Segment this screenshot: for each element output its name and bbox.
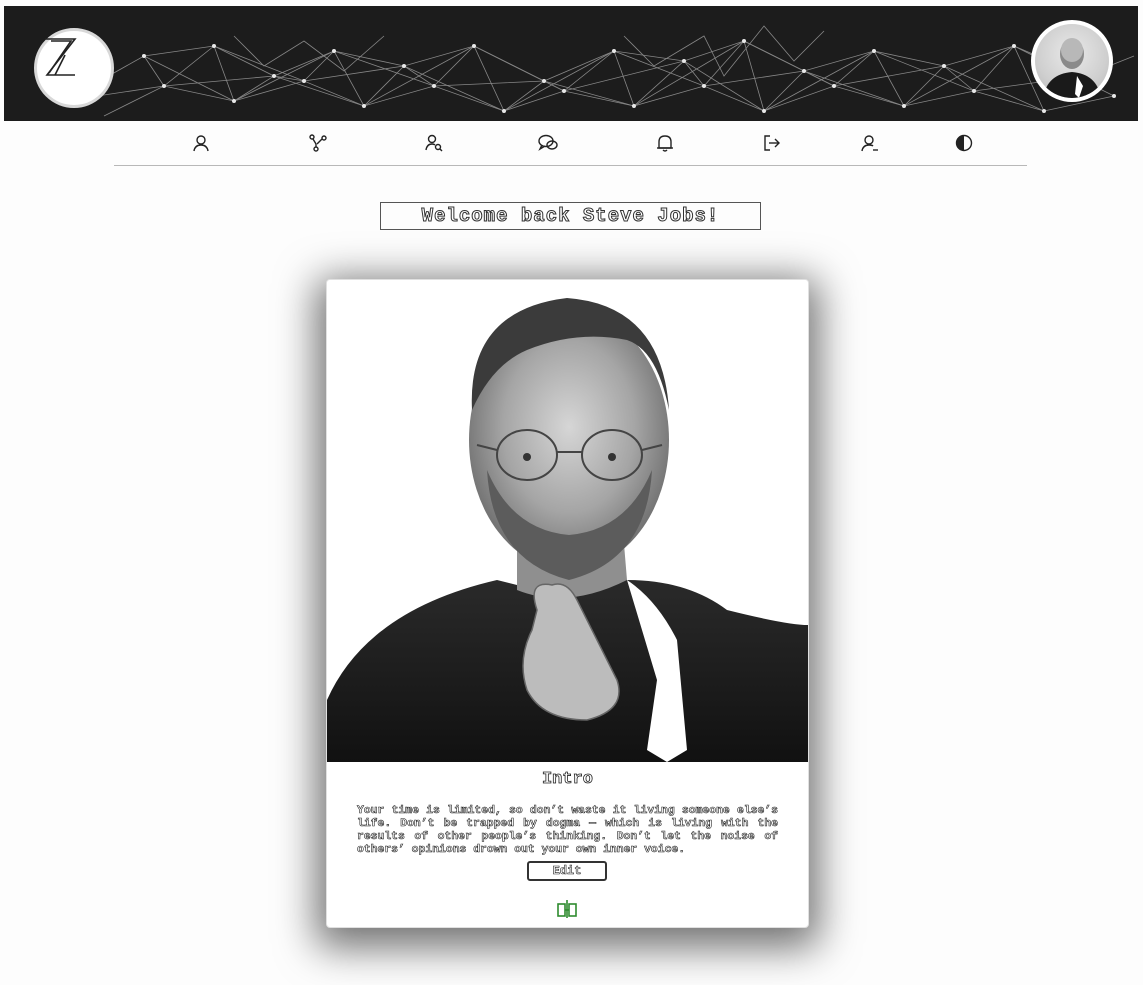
bell-icon[interactable] bbox=[652, 130, 678, 156]
z-logo-icon[interactable] bbox=[34, 28, 114, 108]
chat-icon[interactable] bbox=[535, 130, 561, 156]
welcome-message: Welcome back Steve Jobs! bbox=[380, 202, 761, 230]
profile-card: Intro Your time is limited, so don’t was… bbox=[326, 279, 809, 928]
logout-icon[interactable] bbox=[759, 130, 785, 156]
edit-button[interactable]: Edit bbox=[527, 861, 607, 881]
user-remove-icon[interactable] bbox=[857, 130, 883, 156]
relationship-icon[interactable] bbox=[556, 898, 578, 920]
profile-avatar[interactable] bbox=[1031, 20, 1113, 102]
network-background bbox=[63, 25, 1135, 117]
user-search-icon[interactable] bbox=[421, 130, 447, 156]
card-title: Intro bbox=[541, 770, 594, 790]
header-banner bbox=[4, 6, 1138, 121]
profile-photo bbox=[327, 280, 808, 762]
contrast-icon[interactable] bbox=[951, 130, 977, 156]
user-icon[interactable] bbox=[188, 130, 214, 156]
card-intro-text: Your time is limited, so don’t waste it … bbox=[357, 805, 779, 857]
network-icon[interactable] bbox=[305, 130, 331, 156]
main-nav bbox=[114, 122, 1027, 166]
